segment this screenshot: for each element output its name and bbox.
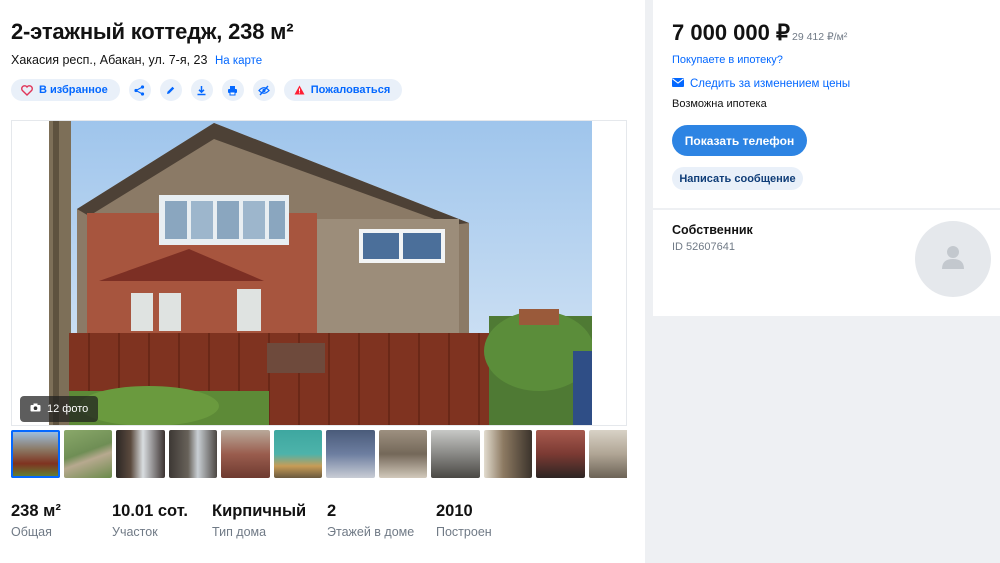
share-icon (134, 84, 145, 96)
owner-id: ID 52607641 (672, 241, 735, 253)
stat-label: Общая (11, 525, 52, 539)
main-photo[interactable] (49, 121, 592, 425)
owner-card: Собственник ID 52607641 (653, 210, 1000, 316)
stat-label: Тип дома (212, 525, 267, 539)
thumbnail-10[interactable] (483, 430, 532, 478)
price: 7 000 000 ₽ (672, 20, 790, 45)
hide-button[interactable] (252, 79, 275, 101)
edit-button[interactable] (159, 79, 182, 101)
stat-value: 238 м² (11, 502, 61, 520)
price-per-meter: 29 412 ₽/м² (792, 31, 848, 43)
stat-value: 10.01 сот. (112, 502, 188, 520)
mortgage-link[interactable]: Покупаете в ипотеку? (672, 54, 783, 66)
print-button[interactable] (221, 79, 244, 101)
photo-count-label: 12 фото (47, 403, 89, 415)
stat-year-built: 2010 Построен (436, 502, 536, 539)
thumbnail-12[interactable] (588, 430, 627, 478)
price-card: 7 000 000 ₽ 29 412 ₽/м² Покупаете в ипот… (653, 0, 1000, 208)
thumbnail-7[interactable] (326, 430, 375, 478)
warning-icon (294, 85, 305, 95)
stat-label: Этажей в доме (327, 525, 415, 539)
favorite-button[interactable]: В избранное (11, 79, 120, 101)
stat-value: Кирпичный (212, 502, 307, 520)
address: Хакасия респ., Абакан, ул. 7-я, 23 На ка… (11, 53, 262, 67)
page-title: 2-этажный коттедж, 238 м² (11, 19, 294, 44)
thumbnail-11[interactable] (536, 430, 585, 478)
address-text: Хакасия респ., Абакан, ул. 7-я, 23 (11, 53, 208, 67)
complain-label: Пожаловаться (310, 84, 391, 96)
complain-button[interactable]: Пожаловаться (283, 79, 403, 101)
print-icon (227, 85, 238, 96)
listing-main: 2-этажный коттедж, 238 м² Хакасия респ.,… (0, 0, 645, 563)
stat-plot: 10.01 сот. Участок (112, 502, 212, 539)
thumbnail-4[interactable] (168, 430, 217, 478)
thumbnail-9[interactable] (431, 430, 480, 478)
property-stats: 238 м² Общая 10.01 сот. Участок Кирпичны… (11, 502, 536, 539)
user-icon (941, 244, 965, 275)
hide-icon (257, 85, 270, 96)
thumbnail-5[interactable] (221, 430, 270, 478)
follow-price-label: Следить за изменением цены (690, 78, 851, 90)
share-button[interactable] (128, 79, 151, 101)
download-icon (196, 85, 207, 96)
action-bar: В избранное Пожаловаться (11, 79, 403, 101)
thumbnail-6[interactable] (273, 430, 322, 478)
follow-price-link[interactable]: Следить за изменением цены (672, 78, 850, 90)
owner-title: Собственник (672, 223, 753, 237)
thumbnail-8[interactable] (378, 430, 427, 478)
stat-label: Построен (436, 525, 492, 539)
write-message-button[interactable]: Написать сообщение (672, 167, 803, 190)
stat-value: 2 (327, 502, 337, 520)
avatar (915, 221, 991, 297)
mortgage-available: Возможна ипотека (672, 98, 767, 110)
map-link[interactable]: На карте (215, 55, 262, 67)
stat-label: Участок (112, 525, 158, 539)
photo-count-button[interactable]: 12 фото (20, 396, 99, 422)
camera-icon (30, 403, 41, 415)
stat-value: 2010 (436, 502, 473, 520)
photo-gallery[interactable]: 12 фото (11, 120, 627, 426)
stat-total-area: 238 м² Общая (11, 502, 112, 539)
stat-house-type: Кирпичный Тип дома (212, 502, 327, 539)
download-button[interactable] (190, 79, 213, 101)
show-phone-button[interactable]: Показать телефон (672, 125, 807, 156)
pencil-icon (165, 85, 176, 96)
thumbnail-strip (11, 430, 627, 478)
thumbnail-1[interactable] (11, 430, 60, 478)
thumbnail-2[interactable] (63, 430, 112, 478)
heart-icon (21, 84, 33, 96)
mail-icon (672, 78, 684, 90)
favorite-label: В избранное (39, 84, 108, 96)
stat-floors: 2 Этажей в доме (327, 502, 436, 539)
thumbnail-3[interactable] (116, 430, 165, 478)
